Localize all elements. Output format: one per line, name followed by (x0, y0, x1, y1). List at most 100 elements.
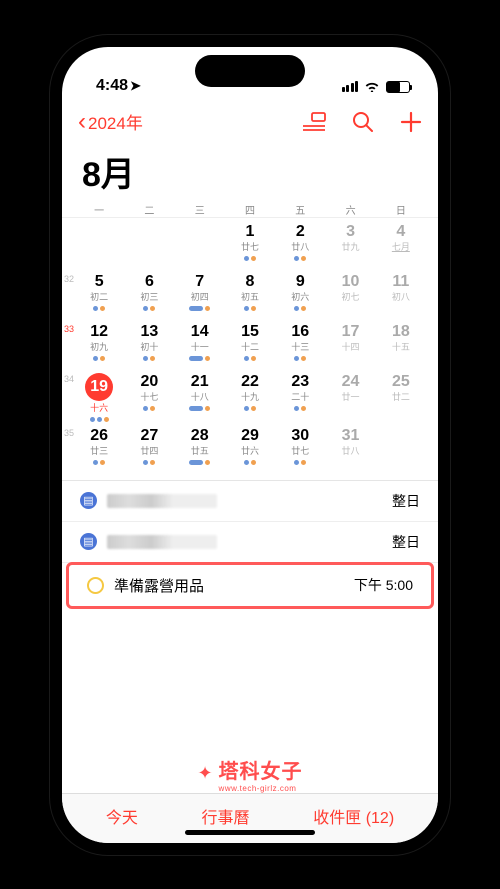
day-cell[interactable]: 1廿七 (225, 220, 275, 270)
day-cell[interactable]: 4七月 (376, 220, 426, 270)
week-row: 325初二6初三7初四8初五9初六10初七11初八 (74, 270, 426, 320)
event-indicator (143, 306, 155, 311)
ring-icon (87, 577, 104, 594)
home-indicator (185, 830, 315, 835)
screen: 4:48➤ ‹ 2024年 (62, 47, 438, 843)
day-number: 18 (392, 323, 410, 341)
signal-icon (342, 81, 359, 92)
day-cell[interactable]: 26廿三 (74, 424, 124, 474)
day-cell[interactable]: 24廿一 (325, 370, 375, 424)
day-number: 11 (392, 273, 409, 291)
day-cell[interactable]: 22十九 (225, 370, 275, 424)
weekday-cell: 六 (325, 202, 375, 217)
event-indicator (189, 356, 210, 361)
calendar-grid: 1廿七2廿八3廿九4七月325初二6初三7初四8初五9初六10初七11初八331… (62, 218, 438, 480)
day-lunar: 初九 (90, 340, 108, 353)
watermark-sub: www.tech-girlz.com (219, 784, 297, 793)
day-number: 1 (246, 223, 255, 241)
day-lunar: 十八 (191, 390, 209, 403)
back-button[interactable]: ‹ 2024年 (78, 109, 143, 134)
day-number: 15 (241, 323, 259, 341)
day-cell[interactable]: 23二十 (275, 370, 325, 424)
week-row: 3526廿三27廿四28廿五29廿六30廿七31廿八 (74, 424, 426, 474)
day-lunar: 初五 (241, 290, 259, 303)
event-time: 整日 (392, 532, 420, 552)
highlight-box: 準備露營用品下午 5:00 (66, 562, 434, 609)
day-cell[interactable]: 30廿七 (275, 424, 325, 474)
tab-bar: 今天 行事曆 收件匣 (12) (62, 793, 438, 843)
day-lunar: 初八 (392, 290, 410, 303)
event-indicator (244, 460, 256, 465)
day-number: 2 (296, 223, 305, 241)
day-number: 5 (95, 273, 104, 291)
day-cell[interactable]: 5初二 (74, 270, 124, 320)
day-cell[interactable]: 9初六 (275, 270, 325, 320)
dynamic-island (195, 55, 305, 87)
week-row: 1廿七2廿八3廿九4七月 (74, 220, 426, 270)
day-number: 6 (145, 273, 154, 291)
event-indicator (244, 356, 256, 361)
day-lunar: 初二 (90, 290, 108, 303)
day-cell[interactable]: 31廿八 (325, 424, 375, 474)
week-number: 32 (64, 274, 74, 284)
day-lunar: 十四 (342, 340, 360, 353)
day-cell[interactable]: 12初九 (74, 320, 124, 370)
event-indicator (294, 356, 306, 361)
status-icons (342, 79, 411, 95)
day-lunar: 十六 (90, 401, 108, 414)
day-cell[interactable]: 8初五 (225, 270, 275, 320)
day-cell[interactable]: 18十五 (376, 320, 426, 370)
day-cell[interactable]: 20十七 (124, 370, 174, 424)
tab-today[interactable]: 今天 (106, 804, 138, 828)
tab-inbox[interactable]: 收件匣 (12) (313, 804, 394, 828)
day-lunar: 廿八 (291, 240, 309, 253)
day-number: 26 (90, 427, 108, 445)
day-number: 13 (141, 323, 159, 341)
day-cell[interactable]: 21十八 (175, 370, 225, 424)
day-cell[interactable]: 7初四 (175, 270, 225, 320)
day-cell[interactable]: 25廿二 (376, 370, 426, 424)
event-indicator (189, 460, 210, 465)
day-lunar: 廿七 (291, 444, 309, 457)
day-lunar: 十二 (241, 340, 259, 353)
view-mode-icon[interactable] (302, 112, 326, 132)
weekday-cell: 五 (275, 202, 325, 217)
day-lunar: 初四 (191, 290, 209, 303)
day-cell[interactable]: 28廿五 (175, 424, 225, 474)
event-indicator (93, 460, 105, 465)
day-number: 29 (241, 427, 259, 445)
search-icon[interactable] (352, 111, 374, 133)
day-lunar: 廿二 (392, 390, 410, 403)
day-cell[interactable]: 2廿八 (275, 220, 325, 270)
day-cell[interactable]: 11初八 (376, 270, 426, 320)
day-cell[interactable]: 10初七 (325, 270, 375, 320)
event-indicator (93, 306, 105, 311)
day-cell[interactable]: 29廿六 (225, 424, 275, 474)
day-lunar: 初十 (140, 340, 158, 353)
event-row[interactable]: ▤整日 (62, 481, 438, 522)
day-cell[interactable]: 6初三 (124, 270, 174, 320)
day-cell[interactable]: 16十三 (275, 320, 325, 370)
day-number: 20 (141, 373, 159, 391)
weekday-cell: 一 (74, 202, 124, 217)
week-row: 3419十六20十七21十八22十九23二十24廿一25廿二 (74, 370, 426, 424)
day-cell[interactable]: 3廿九 (325, 220, 375, 270)
day-cell[interactable]: 27廿四 (124, 424, 174, 474)
day-lunar: 廿九 (342, 240, 360, 253)
day-cell[interactable]: 15十二 (225, 320, 275, 370)
day-cell[interactable]: 19十六 (74, 370, 124, 424)
day-number: 24 (342, 373, 360, 391)
day-number: 25 (392, 373, 410, 391)
event-row[interactable]: 準備露營用品下午 5:00 (69, 565, 431, 606)
event-row[interactable]: ▤整日 (62, 522, 438, 563)
day-lunar: 七月 (392, 240, 410, 253)
watermark: ✦ 塔科女子 www.tech-girlz.com (62, 701, 438, 793)
tab-calendars[interactable]: 行事曆 (202, 804, 250, 828)
day-cell[interactable]: 14十一 (175, 320, 225, 370)
add-icon[interactable] (400, 111, 422, 133)
watermark-title: 塔科女子 (219, 755, 303, 784)
day-number: 31 (342, 427, 360, 445)
day-lunar: 十一 (191, 340, 209, 353)
day-cell[interactable]: 13初十 (124, 320, 174, 370)
day-cell[interactable]: 17十四 (325, 320, 375, 370)
